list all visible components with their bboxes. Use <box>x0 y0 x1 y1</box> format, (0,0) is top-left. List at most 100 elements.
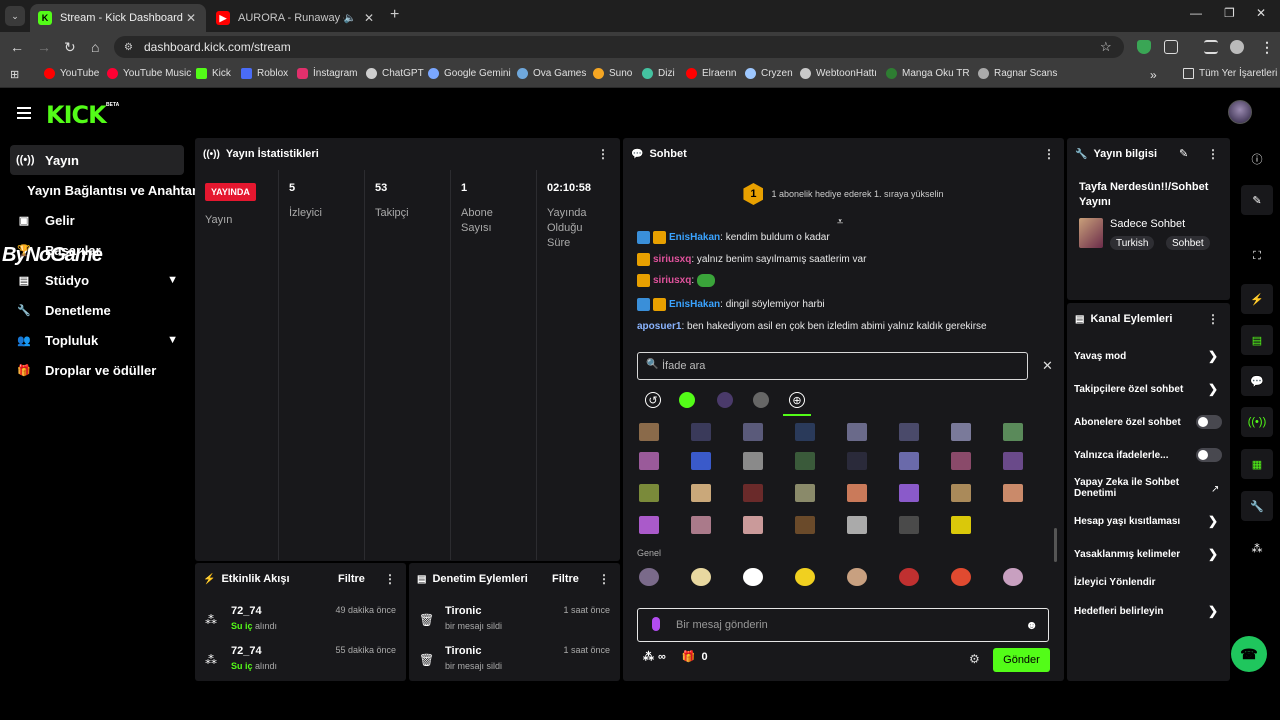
close-window-icon[interactable]: ✕ <box>1256 6 1266 20</box>
bookmark-manga-oku[interactable]: Manga Oku TR <box>886 68 970 79</box>
emote-thumbnail[interactable] <box>639 452 659 470</box>
emote-thumbnail[interactable] <box>795 516 815 534</box>
emote-thumbnail[interactable] <box>847 423 867 441</box>
media-control-icon[interactable] <box>1204 40 1218 54</box>
emote-thumbnail[interactable] <box>1003 568 1023 586</box>
bookmark-kick[interactable]: Kick <box>196 68 231 79</box>
emote-thumbnail[interactable] <box>1003 423 1023 441</box>
profile-avatar[interactable] <box>1230 40 1244 54</box>
pinned-toggle-icon[interactable]: ⩡ <box>837 216 843 229</box>
forward-icon[interactable]: → <box>37 39 51 55</box>
bookmark-star-icon[interactable]: ☆ <box>1100 39 1112 55</box>
bookmark-youtube-music[interactable]: YouTube Music <box>107 68 191 79</box>
bookmark-dizi[interactable]: Dizi <box>642 68 675 79</box>
emote-thumbnail[interactable] <box>951 484 971 502</box>
emote-thumbnail[interactable] <box>899 516 919 534</box>
more-options-icon[interactable]: ⋮ <box>597 147 609 161</box>
more-options-icon[interactable]: ⋮ <box>384 572 396 586</box>
kick-logo[interactable]: KICK <box>46 101 107 129</box>
emote-thumbnail[interactable] <box>951 423 971 441</box>
sidebar-item-gelir[interactable]: ▣ Gelir <box>10 205 184 235</box>
kick-points-icon[interactable]: ⁂ <box>1241 533 1273 563</box>
emote-thumbnail[interactable] <box>899 452 919 470</box>
emote-thumbnail[interactable] <box>847 484 867 502</box>
wrench-icon[interactable]: 🔧 <box>1241 491 1273 521</box>
bookmark-ova-games[interactable]: Ova Games <box>517 68 586 79</box>
action-ai-moderation[interactable]: Yapay Zeka ile Sohbet Denetimi <box>1074 477 1194 499</box>
send-button[interactable]: Gönder <box>993 648 1050 672</box>
emote-thumbnail[interactable] <box>951 516 971 534</box>
extensions-puzzle-icon[interactable] <box>1164 40 1178 54</box>
emote-thumbnail[interactable] <box>743 423 763 441</box>
tab-search-button[interactable]: ⌄ <box>5 6 25 26</box>
notes-icon[interactable]: ▤ <box>1241 325 1273 355</box>
emote-scrollbar[interactable] <box>1054 528 1057 562</box>
microphone-icon[interactable] <box>652 617 660 631</box>
activity-user[interactable]: 72_74 <box>231 605 262 617</box>
kick-points-icon[interactable]: ⁂ <box>643 650 654 663</box>
layout-icon[interactable]: ▦ <box>1241 449 1273 479</box>
action-set-goals[interactable]: Hedefleri belirleyin ❯ <box>1074 600 1222 622</box>
hamburger-menu-icon[interactable] <box>17 107 31 119</box>
emote-thumbnail[interactable] <box>847 568 867 586</box>
emote-thumbnail[interactable] <box>899 568 919 586</box>
activity-user[interactable]: 72_74 <box>231 645 262 657</box>
emote-thumbnail[interactable] <box>795 568 815 586</box>
recent-emotes-icon[interactable]: ↺ <box>645 392 661 408</box>
reload-icon[interactable]: ↻ <box>64 39 76 56</box>
info-icon[interactable]: ⓘ <box>1241 144 1273 174</box>
chat-settings-gear-icon[interactable]: ⚙ <box>969 652 980 666</box>
back-icon[interactable]: ← <box>10 39 24 55</box>
action-followers-only[interactable]: Takipçilere özel sohbet ❯ <box>1074 378 1222 400</box>
bookmark-suno[interactable]: Suno <box>593 68 632 79</box>
bookmark-youtube[interactable]: YouTube <box>44 68 99 79</box>
emote-thumbnail[interactable] <box>847 516 867 534</box>
speaker-icon[interactable]: 🔈 <box>344 13 356 24</box>
browser-menu-icon[interactable]: ⋮ <box>1260 39 1274 56</box>
sidebar-item-stream-key[interactable]: Yayın Bağlantısı ve Anahtarı <box>22 175 202 205</box>
action-banned-words[interactable]: Yasaklanmış kelimeler ❯ <box>1074 543 1222 565</box>
more-options-icon[interactable]: ⋮ <box>1207 147 1219 161</box>
home-icon[interactable]: ⌂ <box>91 39 99 55</box>
more-options-icon[interactable]: ⋮ <box>598 572 610 586</box>
emote-thumbnail[interactable] <box>847 452 867 470</box>
bookmark-chatgpt[interactable]: ChatGPT <box>366 68 424 79</box>
emoji-icon[interactable]: ☻ <box>1025 618 1038 632</box>
all-bookmarks-button[interactable]: Tüm Yer İşaretleri <box>1183 68 1277 79</box>
action-raid[interactable]: İzleyici Yönlendir <box>1074 571 1222 593</box>
close-emote-picker-icon[interactable]: ✕ <box>1042 358 1053 374</box>
shield-extension-icon[interactable] <box>1137 40 1151 54</box>
lightning-icon[interactable]: ⚡ <box>1241 284 1273 314</box>
emote-thumbnail[interactable] <box>691 484 711 502</box>
minimize-icon[interactable]: — <box>1190 6 1202 20</box>
emote-thumbnail[interactable] <box>1003 484 1023 502</box>
bookmark-roblox[interactable]: Roblox <box>241 68 288 79</box>
browser-tab-kick[interactable]: K Stream - Kick Dashboard ✕ <box>30 4 206 32</box>
chat-username[interactable]: EnisHakan <box>669 299 720 310</box>
emote-thumbnail[interactable] <box>743 516 763 534</box>
moderator-name[interactable]: Tironic <box>445 605 481 617</box>
bookmark-webtoonhatti[interactable]: WebtoonHattı <box>800 68 877 79</box>
more-options-icon[interactable]: ⋮ <box>1043 147 1055 161</box>
chat-username[interactable]: siriusxq <box>653 275 691 286</box>
filter-button[interactable]: Filtre <box>552 573 579 585</box>
user-avatar[interactable] <box>1228 100 1252 124</box>
bookmark-instagram[interactable]: İnstagram <box>297 68 357 79</box>
broadcast-icon[interactable]: ((•)) <box>1241 407 1273 437</box>
edit-pencil-icon[interactable]: ✎ <box>1241 185 1273 215</box>
chat-username[interactable]: EnisHakan <box>669 232 720 243</box>
category-thumbnail[interactable] <box>1079 218 1103 248</box>
url-field[interactable]: ⚙ dashboard.kick.com/stream <box>114 36 1124 58</box>
emote-thumbnail[interactable] <box>899 484 919 502</box>
emote-thumbnail[interactable] <box>639 568 659 586</box>
chat-username[interactable]: siriusxq <box>653 254 691 265</box>
bookmark-elraenn[interactable]: Elraenn <box>686 68 736 79</box>
maximize-icon[interactable]: ❐ <box>1224 6 1235 20</box>
action-account-age[interactable]: Hesap yaşı kısıtlaması ❯ <box>1074 510 1222 532</box>
more-options-icon[interactable]: ⋮ <box>1207 312 1219 326</box>
emote-thumbnail[interactable] <box>899 423 919 441</box>
chat-message-input[interactable]: Bir mesaj gönderin ☻ <box>637 608 1049 642</box>
emote-thumbnail[interactable] <box>795 452 815 470</box>
emote-thumbnail[interactable] <box>951 568 971 586</box>
sidebar-item-topluluk[interactable]: 👥 Topluluk ▼ <box>10 325 184 355</box>
